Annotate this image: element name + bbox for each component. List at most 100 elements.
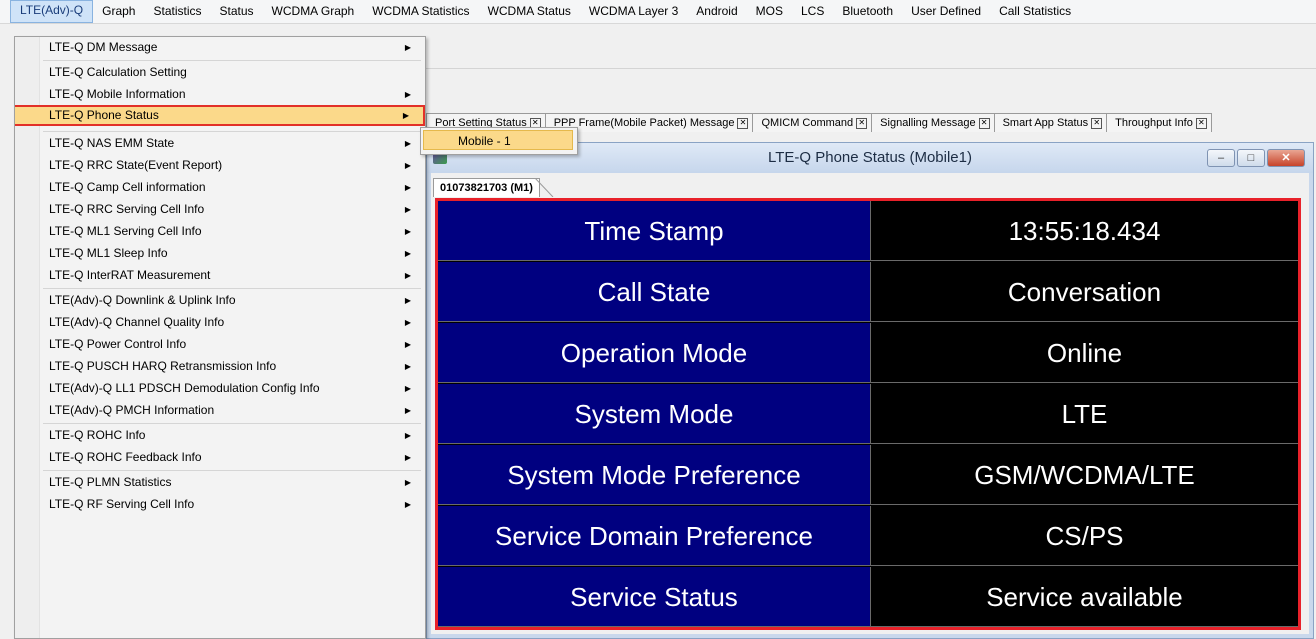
submenu-arrow-icon: ▶ [404, 139, 411, 148]
doc-tab[interactable]: Throughput Info ✕ [1106, 113, 1212, 132]
menu-user-defined[interactable]: User Defined [902, 1, 990, 22]
menu-item-label: LTE-Q ROHC Feedback Info [49, 450, 202, 464]
tab-close-icon[interactable]: ✕ [737, 117, 749, 129]
menu-item-label: LTE(Adv)-Q Downlink & Uplink Info [49, 293, 236, 307]
menu-item-label: LTE(Adv)-Q PMCH Information [49, 403, 215, 417]
menu-item-ml1-serving-cell[interactable]: LTE-Q ML1 Serving Cell Info ▶ [15, 221, 425, 242]
status-row: Service Status Service available [438, 567, 1298, 628]
menu-lte-adv-q[interactable]: LTE(Adv)-Q [10, 0, 94, 23]
status-label: Service Status [438, 567, 871, 627]
doc-tab[interactable]: QMICM Command ✕ [752, 113, 873, 132]
submenu-arrow-icon: ▶ [404, 227, 411, 236]
menu-statistics[interactable]: Statistics [144, 1, 210, 22]
status-value: GSM/WCDMA/LTE [871, 445, 1298, 505]
status-label: System Mode [438, 384, 871, 444]
submenu-arrow-icon: ▶ [404, 296, 411, 305]
status-label: Time Stamp [438, 201, 871, 261]
menu-item-mobile-information[interactable]: LTE-Q Mobile Information ▶ [15, 84, 425, 105]
window-content: 01073821703 (M1) Time Stamp 13:55:18.434… [431, 173, 1309, 634]
menu-item-label: LTE-Q Calculation Setting [49, 65, 187, 79]
submenu-arrow-icon: ▶ [402, 111, 409, 120]
tab-close-icon[interactable]: ✕ [978, 117, 990, 129]
submenu-arrow-icon: ▶ [404, 183, 411, 192]
status-row: System Mode Preference GSM/WCDMA/LTE [438, 445, 1298, 506]
menu-item-phone-status[interactable]: LTE-Q Phone Status ▶ [15, 105, 425, 126]
menu-item-label: LTE-Q NAS EMM State [49, 136, 175, 150]
menu-lcs[interactable]: LCS [792, 1, 833, 22]
submenu-arrow-icon: ▶ [404, 43, 411, 52]
status-label: Operation Mode [438, 323, 871, 383]
menu-item-rf-serving-cell[interactable]: LTE-Q RF Serving Cell Info ▶ [15, 494, 425, 515]
menu-item-pmch[interactable]: LTE(Adv)-Q PMCH Information ▶ [15, 400, 425, 421]
menu-item-nas-emm-state[interactable]: LTE-Q NAS EMM State ▶ [15, 133, 425, 154]
menu-item-rrc-state[interactable]: LTE-Q RRC State(Event Report) ▶ [15, 155, 425, 176]
menu-item-rohc-feedback[interactable]: LTE-Q ROHC Feedback Info ▶ [15, 447, 425, 468]
menu-item-label: LTE-Q Power Control Info [49, 337, 187, 351]
close-button[interactable]: ✕ [1267, 149, 1305, 167]
menu-item-plmn-statistics[interactable]: LTE-Q PLMN Statistics ▶ [15, 472, 425, 493]
tab-close-icon[interactable]: ✕ [1195, 117, 1207, 129]
submenu-arrow-icon: ▶ [404, 249, 411, 258]
submenu-arrow-icon: ▶ [404, 406, 411, 415]
submenu-item-mobile-1[interactable]: Mobile - 1 [423, 130, 573, 150]
menu-call-statistics[interactable]: Call Statistics [990, 1, 1080, 22]
maximize-button[interactable]: □ [1237, 149, 1265, 167]
menu-bluetooth[interactable]: Bluetooth [833, 1, 902, 22]
menu-graph[interactable]: Graph [93, 1, 144, 22]
status-value: LTE [871, 384, 1298, 444]
submenu-arrow-icon: ▶ [404, 271, 411, 280]
menu-item-downlink-uplink[interactable]: LTE(Adv)-Q Downlink & Uplink Info ▶ [15, 290, 425, 311]
menu-status[interactable]: Status [211, 1, 263, 22]
menu-item-ml1-sleep[interactable]: LTE-Q ML1 Sleep Info ▶ [15, 243, 425, 264]
menu-item-dm-message[interactable]: LTE-Q DM Message ▶ [15, 37, 425, 58]
doc-tab-label: Throughput Info [1115, 117, 1193, 129]
status-row: Call State Conversation [438, 262, 1298, 323]
menu-item-label: LTE-Q RF Serving Cell Info [49, 497, 195, 511]
doc-tab[interactable]: Signalling Message ✕ [871, 113, 995, 132]
mobile-tab[interactable]: 01073821703 (M1) [433, 178, 540, 197]
menu-item-power-control[interactable]: LTE-Q Power Control Info ▶ [15, 334, 425, 355]
lte-adv-q-dropdown: LTE-Q DM Message ▶ LTE-Q Calculation Sett… [14, 36, 426, 639]
menu-separator [43, 131, 421, 132]
menu-separator [43, 60, 421, 61]
menu-item-rohc[interactable]: LTE-Q ROHC Info ▶ [15, 425, 425, 446]
menu-separator [43, 288, 421, 289]
menu-item-pusch-harq[interactable]: LTE-Q PUSCH HARQ Retransmission Info ▶ [15, 356, 425, 377]
menu-wcdma-statistics[interactable]: WCDMA Statistics [363, 1, 478, 22]
submenu-arrow-icon: ▶ [404, 205, 411, 214]
menu-wcdma-status[interactable]: WCDMA Status [479, 1, 580, 22]
doc-tab[interactable]: Smart App Status ✕ [993, 113, 1108, 132]
doc-tab-label: PPP Frame(Mobile Packet) Message [553, 117, 735, 129]
menu-item-calculation-setting[interactable]: LTE-Q Calculation Setting [15, 62, 425, 83]
doc-tab-label: QMICM Command [761, 117, 854, 129]
menu-item-label: LTE-Q ML1 Sleep Info [49, 246, 168, 260]
submenu-arrow-icon: ▶ [404, 500, 411, 509]
menu-item-label: LTE-Q Camp Cell information [49, 180, 206, 194]
menu-item-pdsch-demod[interactable]: LTE(Adv)-Q LL1 PDSCH Demodulation Config… [15, 378, 425, 399]
phone-status-window: LTE-Q Phone Status (Mobile1) – □ ✕ 01073… [426, 142, 1314, 639]
menu-item-label: LTE-Q RRC State(Event Report) [49, 158, 223, 172]
menu-item-label: LTE(Adv)-Q LL1 PDSCH Demodulation Config… [49, 381, 320, 395]
menu-wcdma-graph[interactable]: WCDMA Graph [263, 1, 364, 22]
menu-item-label: LTE-Q InterRAT Measurement [49, 268, 211, 282]
submenu-arrow-icon: ▶ [404, 478, 411, 487]
doc-tab-label: Smart App Status [1002, 117, 1089, 129]
status-label: Service Domain Preference [438, 506, 871, 566]
toolbar-area [420, 24, 1316, 69]
menu-item-label: LTE-Q RRC Serving Cell Info [49, 202, 205, 216]
tab-close-icon[interactable]: ✕ [1091, 117, 1103, 129]
menu-item-label: LTE-Q DM Message [49, 40, 158, 54]
tab-slant [525, 178, 554, 197]
menu-item-interrat[interactable]: LTE-Q InterRAT Measurement ▶ [15, 265, 425, 286]
minimize-button[interactable]: – [1207, 149, 1235, 167]
status-row: System Mode LTE [438, 384, 1298, 445]
menu-item-camp-cell[interactable]: LTE-Q Camp Cell information ▶ [15, 177, 425, 198]
tab-close-icon[interactable]: ✕ [856, 117, 868, 129]
submenu-arrow-icon: ▶ [404, 340, 411, 349]
menu-wcdma-layer3[interactable]: WCDMA Layer 3 [580, 1, 687, 22]
menu-bar: LTE(Adv)-Q Graph Statistics Status WCDMA… [0, 0, 1316, 24]
menu-mos[interactable]: MOS [747, 1, 792, 22]
menu-android[interactable]: Android [687, 1, 746, 22]
menu-item-channel-quality[interactable]: LTE(Adv)-Q Channel Quality Info ▶ [15, 312, 425, 333]
menu-item-rrc-serving-cell[interactable]: LTE-Q RRC Serving Cell Info ▶ [15, 199, 425, 220]
